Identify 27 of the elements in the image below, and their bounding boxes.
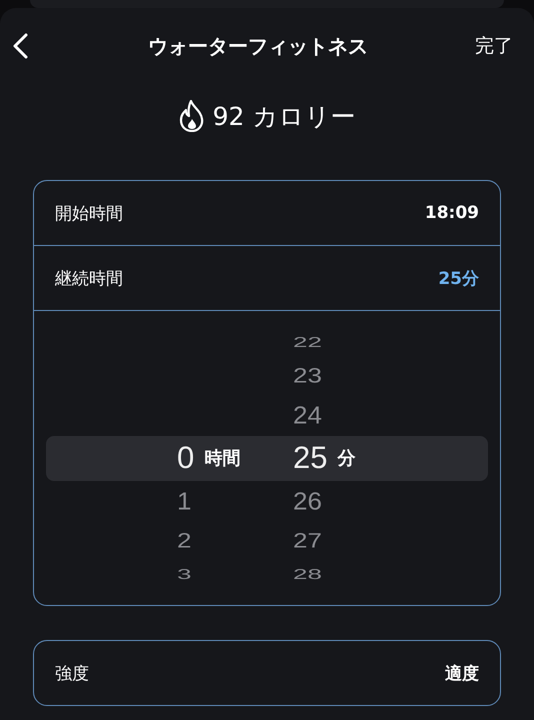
row-value: 25分 [438,268,479,290]
calories-text: 92 カロリー [212,100,356,132]
done-button[interactable]: 完了 [475,33,513,59]
screen-title: ウォーターフィットネス [148,32,368,60]
unit-label: 時間 [204,447,240,470]
picker-value[interactable]: 28 [293,565,322,583]
picker-value[interactable]: 3 [177,565,192,583]
picker-value[interactable]: 2 [177,528,192,553]
duration-picker[interactable]: 0 時間 1 2 3 22 23 24 25 分 26 27 28 [34,311,500,605]
picker-value[interactable]: 1 [177,486,192,516]
picker-value[interactable]: 22 [293,333,322,351]
row-value: 18:09 [424,203,479,223]
picker-value[interactable]: 27 [293,528,322,553]
picker-value[interactable]: 23 [293,363,322,388]
setting-row[interactable]: 継続時間 25分 [34,246,500,311]
picker-value[interactable]: 26 [293,486,322,516]
picker-value[interactable]: 25 [293,440,328,476]
picker-value[interactable]: 0 [177,440,194,476]
unit-label: 分 [337,447,356,470]
row-label: 継続時間 [55,268,123,290]
row-label: 強度 [55,662,89,684]
row-value: 適度 [445,662,479,684]
picker-value[interactable]: 24 [293,400,322,430]
row-label: 開始時間 [55,202,123,224]
flame-icon [178,100,205,132]
intensity-row[interactable]: 強度 適度 [34,641,500,705]
setting-row[interactable]: 開始時間 18:09 [34,181,500,246]
